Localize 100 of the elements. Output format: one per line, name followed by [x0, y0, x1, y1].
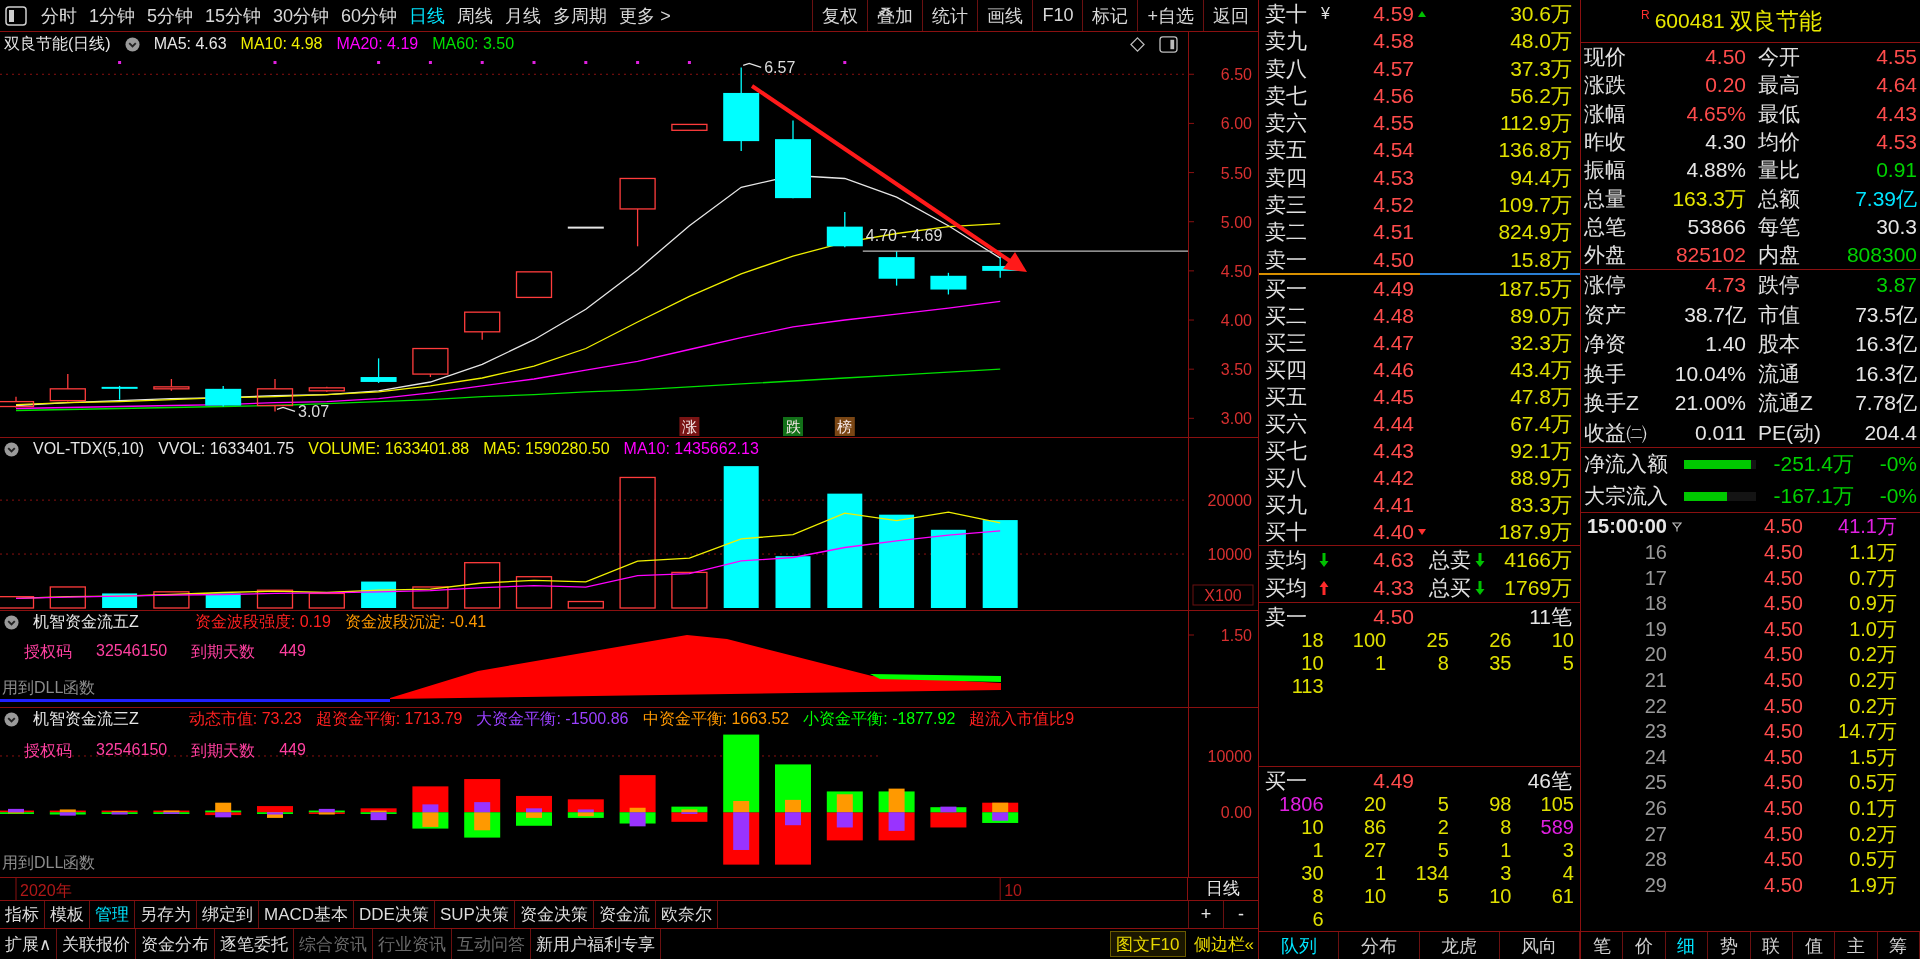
volume-value: 109.7万: [1497, 192, 1572, 219]
queue-volume: 3: [1561, 839, 1574, 862]
tool-tab[interactable]: 管理: [90, 901, 135, 928]
period-tab[interactable]: 分时: [35, 0, 83, 31]
tool-tab[interactable]: 欧奈尔: [655, 901, 718, 928]
period-tab[interactable]: 月线: [499, 0, 548, 31]
toolbar-button[interactable]: 统计: [922, 0, 978, 31]
stat-label: PE(动): [1758, 419, 1822, 446]
marker-icon: [843, 61, 847, 64]
panel-toggle-icon[interactable]: [1159, 35, 1178, 53]
toolbar-button[interactable]: 叠加: [867, 0, 923, 31]
leader-line: [742, 62, 762, 68]
panel-tab[interactable]: 队列: [1259, 932, 1340, 959]
stat-value: 4.55: [1875, 45, 1917, 70]
more-down-icon[interactable]: [1418, 529, 1426, 535]
zoom-button[interactable]: +: [1188, 901, 1223, 928]
stat-label: 换手Z: [1584, 390, 1640, 417]
period-tab[interactable]: 日线: [403, 0, 452, 31]
toolbar-button[interactable]: 返回: [1203, 0, 1258, 31]
currency-mark: ¥: [1321, 5, 1331, 23]
level-label: 卖七: [1265, 82, 1308, 109]
ma-value: MA20: 4.19: [336, 35, 419, 53]
sidebar-button[interactable]: 侧边栏«: [1189, 929, 1258, 959]
info-tab[interactable]: 资金分布: [136, 929, 216, 959]
info-tab[interactable]: 扩展∧: [0, 929, 58, 959]
period-tab[interactable]: 1分钟: [83, 0, 141, 31]
level-label: 买三: [1265, 330, 1308, 356]
period-tab[interactable]: 5分钟: [141, 0, 200, 31]
stock-name: 双良节能: [1729, 6, 1822, 36]
tool-tab[interactable]: 资金决策: [514, 901, 594, 928]
stat-label: 外盘: [1584, 242, 1627, 269]
volume-bar: [153, 591, 190, 609]
filter-icon[interactable]: [1672, 521, 1682, 532]
panel-tab[interactable]: 联: [1750, 932, 1793, 959]
tool-tab[interactable]: MACD基本: [259, 901, 355, 928]
axis-label: 6.50: [1220, 66, 1252, 84]
panel-toggle-icon[interactable]: [5, 5, 27, 26]
tool-tab[interactable]: 指标: [0, 901, 45, 928]
period-tab[interactable]: 15分钟: [199, 0, 268, 31]
level-label: 买九: [1265, 492, 1308, 518]
toolbar-button[interactable]: +自选: [1137, 0, 1203, 31]
diamond-icon[interactable]: [1130, 36, 1145, 52]
panel-tab[interactable]: 值: [1792, 932, 1836, 959]
tool-tab[interactable]: SUP决策: [434, 901, 515, 928]
queue-volume: 589: [1539, 816, 1574, 839]
price-value: 4.51: [1372, 220, 1414, 245]
level-label: 卖九: [1265, 28, 1308, 55]
collapse-icon[interactable]: [4, 711, 19, 727]
date-label: 2020年: [20, 882, 72, 899]
trade-price: 4.50: [1763, 592, 1803, 616]
panel-tab[interactable]: 价: [1623, 932, 1666, 959]
f10-button[interactable]: 图文F10: [1110, 931, 1186, 957]
volume-value: 37.3万: [1509, 55, 1572, 82]
medium-fund-bar: [318, 812, 335, 815]
panel-tab[interactable]: 龙虎: [1419, 932, 1500, 959]
tool-tab[interactable]: DDE决策: [354, 901, 435, 928]
toolbar-button[interactable]: F10: [1032, 0, 1083, 31]
panel-tab[interactable]: 筹: [1877, 932, 1920, 959]
panel-tab[interactable]: 风向: [1499, 932, 1580, 959]
queue-volume: 61: [1550, 885, 1574, 908]
toolbar-button[interactable]: 复权: [812, 0, 868, 31]
marker-icon: [584, 61, 588, 64]
more-up-icon[interactable]: [1418, 11, 1426, 17]
panel-tab[interactable]: 势: [1708, 932, 1751, 959]
stat-label: 量比: [1758, 157, 1801, 184]
info-tab[interactable]: 关联报价: [57, 929, 137, 959]
tool-tab[interactable]: 绑定到: [197, 901, 259, 928]
collapse-icon[interactable]: [124, 36, 140, 52]
panel-tab[interactable]: 分布: [1339, 932, 1420, 959]
tool-tab[interactable]: 另存为: [135, 901, 197, 928]
stat-label: 最低: [1758, 100, 1801, 127]
queue-volume: 2: [1436, 816, 1449, 839]
toolbar-button[interactable]: 画线: [977, 0, 1033, 31]
level-label: 卖一: [1265, 246, 1308, 273]
queue-volume: 6: [1311, 908, 1324, 931]
period-tab[interactable]: 更多 >: [613, 0, 677, 31]
panel-tab[interactable]: 细: [1665, 932, 1709, 959]
panel-tab[interactable]: 主: [1835, 932, 1878, 959]
zoom-button[interactable]: -: [1223, 901, 1258, 928]
tool-tab[interactable]: 模板: [45, 901, 90, 928]
collapse-icon[interactable]: [4, 441, 19, 457]
medium-fund-bar: [733, 801, 750, 813]
toolbar-button[interactable]: 标记: [1082, 0, 1138, 31]
info-tab[interactable]: 逐笔委托: [215, 929, 295, 959]
period-tab[interactable]: 30分钟: [267, 0, 336, 31]
tool-tab[interactable]: 资金流: [593, 901, 656, 928]
period-tab[interactable]: 60分钟: [335, 0, 404, 31]
panel-tab[interactable]: 笔: [1581, 932, 1624, 959]
license-text: 到期天数: [191, 741, 256, 761]
large-fund-bar: [785, 812, 801, 826]
period-tab[interactable]: 多周期: [547, 0, 614, 31]
price-value: 4.53: [1372, 165, 1414, 190]
info-tab[interactable]: 新用户福利专享: [531, 929, 662, 959]
note-text: 用到DLL函数: [2, 678, 96, 698]
period-tab[interactable]: 周线: [451, 0, 500, 31]
price-value: 4.54: [1372, 138, 1414, 163]
candle: [205, 385, 242, 408]
collapse-icon[interactable]: [4, 614, 19, 630]
price-value: 4.58: [1372, 29, 1414, 54]
indicator-value: 动态市值: 73.23: [188, 708, 302, 729]
